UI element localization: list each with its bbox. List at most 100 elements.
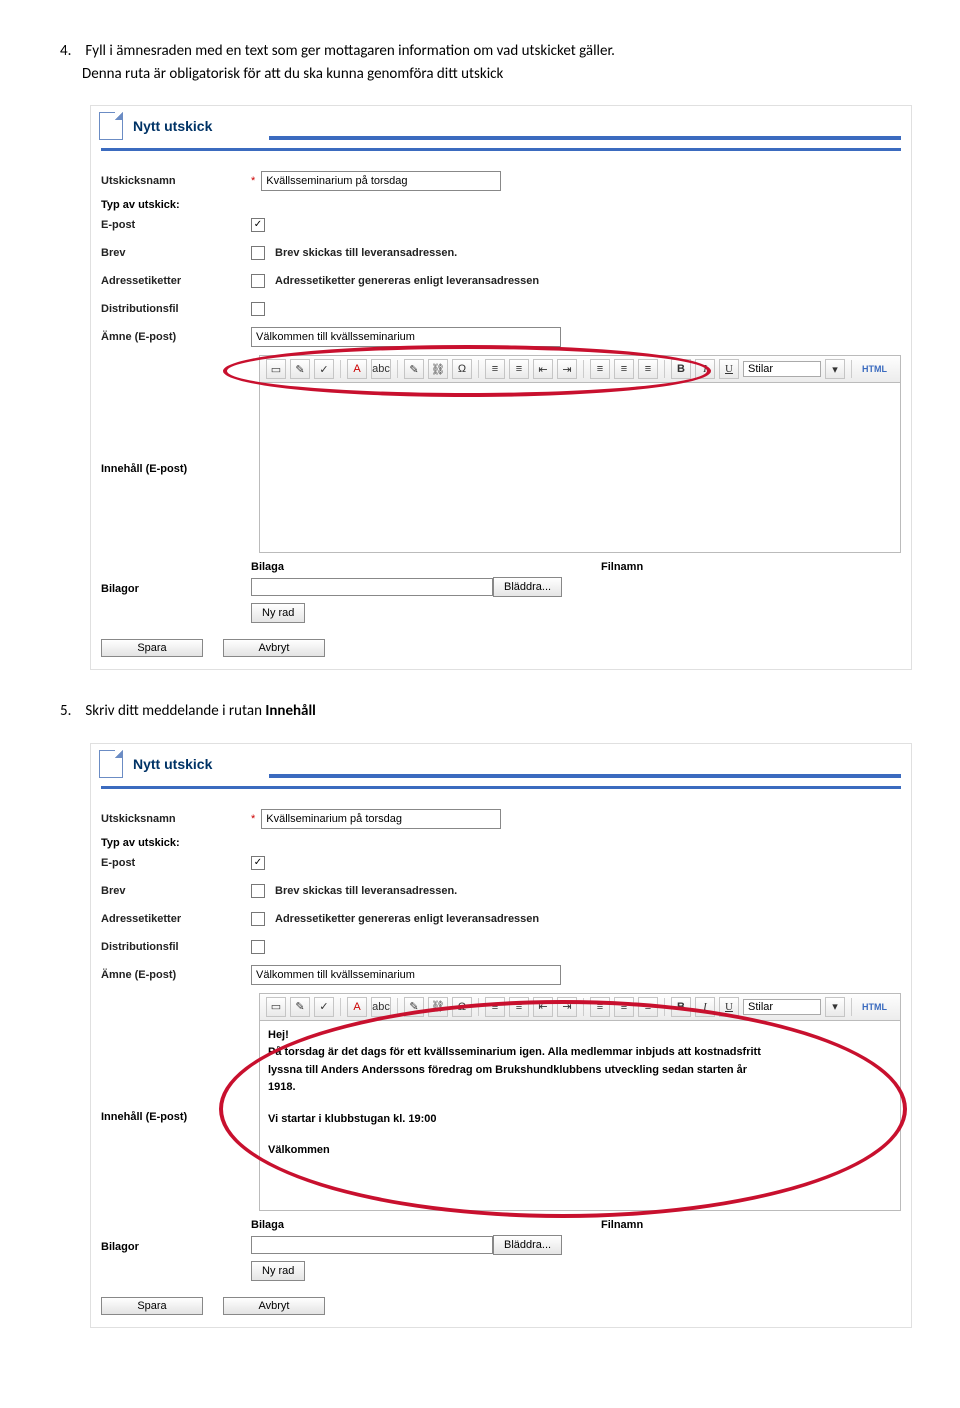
tb-clear-icon[interactable]: ✎ [290, 359, 310, 379]
title-bar [269, 136, 901, 140]
tb-edit-icon[interactable]: ✎ [404, 359, 424, 379]
checkbox-brev[interactable] [251, 884, 265, 898]
checkbox-adr[interactable] [251, 912, 265, 926]
tb-styles-select[interactable]: Stilar [743, 361, 821, 377]
step-5-text: Skriv ditt meddelande i rutan [85, 702, 265, 720]
tb-right-icon[interactable]: ≡ [638, 359, 658, 379]
tb-styles-select[interactable]: Stilar [743, 999, 821, 1015]
tb-spell-icon[interactable]: ✓ [314, 997, 334, 1017]
input-utskicksnamn[interactable] [261, 809, 501, 829]
tb-sep [478, 998, 479, 1016]
tb-outdent-icon[interactable]: ⇤ [533, 997, 553, 1017]
tb-link-icon[interactable]: ⛓ [428, 359, 448, 379]
tb-sep [664, 998, 665, 1016]
row-dist: Distributionsfil [101, 297, 911, 321]
tb-omega-icon[interactable]: Ω [452, 997, 472, 1017]
tb-omega-icon[interactable]: Ω [452, 359, 472, 379]
tb-dropdown-icon[interactable]: ▾ [825, 359, 845, 379]
content-line: På torsdag är det dags för ett kvällssem… [268, 1044, 892, 1062]
tb-clear-icon[interactable]: ✎ [290, 997, 310, 1017]
desc-brev: Brev skickas till leveransadressen. [275, 885, 457, 897]
tb-dropdown-icon[interactable]: ▾ [825, 997, 845, 1017]
title-bar [269, 774, 901, 778]
label-adr: Adressetiketter [101, 913, 251, 925]
label-typ: Typ av utskick: [101, 199, 911, 211]
tb-bold-icon[interactable]: B [671, 359, 691, 379]
col-filnamn: Filnamn [601, 1219, 643, 1231]
tb-ul-icon[interactable]: ≡ [509, 359, 529, 379]
tb-highlight-icon[interactable]: abc [371, 359, 391, 379]
checkbox-epost[interactable]: ✓ [251, 218, 265, 232]
checkbox-dist[interactable] [251, 302, 265, 316]
new-row-button[interactable]: Ny rad [251, 1261, 305, 1281]
tb-sep [478, 360, 479, 378]
input-amne[interactable] [251, 327, 561, 347]
file-path-input[interactable] [251, 578, 493, 596]
checkbox-adr[interactable] [251, 274, 265, 288]
required-mark: * [251, 175, 255, 187]
button-row: Spara Avbryt [101, 1297, 901, 1315]
tb-outdent-icon[interactable]: ⇤ [533, 359, 553, 379]
tb-sep [851, 998, 852, 1016]
col-filnamn: Filnamn [601, 561, 643, 573]
label-dist: Distributionsfil [101, 941, 251, 953]
tb-sep [340, 998, 341, 1016]
browse-button[interactable]: Bläddra... [493, 1235, 562, 1255]
checkbox-dist[interactable] [251, 940, 265, 954]
tb-underline-icon[interactable]: U [719, 997, 739, 1017]
row-epost: E-post ✓ [101, 851, 911, 875]
tb-fontcolor-icon[interactable]: A [347, 997, 367, 1017]
label-adr: Adressetiketter [101, 275, 251, 287]
tb-ul-icon[interactable]: ≡ [509, 997, 529, 1017]
desc-brev: Brev skickas till leveransadressen. [275, 247, 457, 259]
tb-highlight-icon[interactable]: abc [371, 997, 391, 1017]
editor-body-content[interactable]: Hej! På torsdag är det dags för ett kväl… [259, 1021, 901, 1211]
save-button[interactable]: Spara [101, 639, 203, 657]
tb-fontcolor-icon[interactable]: A [347, 359, 367, 379]
content-line: Vi startar i klubbstugan kl. 19:00 [268, 1111, 892, 1129]
file-path-input[interactable] [251, 1236, 493, 1254]
label-amne: Ämne (E-post) [101, 969, 251, 981]
label-utskicksnamn: Utskicksnamn [101, 175, 251, 187]
input-amne[interactable] [251, 965, 561, 985]
tb-underline-icon[interactable]: U [719, 359, 739, 379]
tb-spell-icon[interactable]: ✓ [314, 359, 334, 379]
checkbox-brev[interactable] [251, 246, 265, 260]
step-5: 5. Skriv ditt meddelande i rutan Innehål… [60, 700, 900, 723]
row-amne: Ämne (E-post) [101, 325, 911, 349]
tb-indent-icon[interactable]: ⇥ [557, 359, 577, 379]
tb-italic-icon[interactable]: I [695, 997, 715, 1017]
tb-html-btn[interactable]: HTML [862, 1002, 887, 1012]
cancel-button[interactable]: Avbryt [223, 1297, 325, 1315]
label-typ: Typ av utskick: [101, 837, 911, 849]
tb-ol-icon[interactable]: ≡ [485, 359, 505, 379]
tb-left-icon[interactable]: ≡ [590, 359, 610, 379]
tb-image-icon[interactable]: ▭ [266, 359, 286, 379]
tb-italic-icon[interactable]: I [695, 359, 715, 379]
input-utskicksnamn[interactable] [261, 171, 501, 191]
tb-ol-icon[interactable]: ≡ [485, 997, 505, 1017]
save-button[interactable]: Spara [101, 1297, 203, 1315]
label-bilagor: Bilagor [101, 1219, 251, 1281]
document-icon [99, 112, 123, 140]
cancel-button[interactable]: Avbryt [223, 639, 325, 657]
editor-body-empty[interactable] [259, 383, 901, 553]
browse-button[interactable]: Bläddra... [493, 577, 562, 597]
page-title: Nytt utskick [133, 118, 212, 134]
tb-link-icon[interactable]: ⛓ [428, 997, 448, 1017]
checkbox-epost[interactable]: ✓ [251, 856, 265, 870]
tb-bold-icon[interactable]: B [671, 997, 691, 1017]
new-row-button[interactable]: Ny rad [251, 603, 305, 623]
separator [101, 786, 901, 789]
tb-html-btn[interactable]: HTML [862, 364, 887, 374]
tb-center-icon[interactable]: ≡ [614, 997, 634, 1017]
tb-image-icon[interactable]: ▭ [266, 997, 286, 1017]
tb-edit-icon[interactable]: ✎ [404, 997, 424, 1017]
row-adr: Adressetiketter Adressetiketter generera… [101, 269, 911, 293]
tb-right-icon[interactable]: ≡ [638, 997, 658, 1017]
title-row: Nytt utskick [99, 750, 269, 778]
tb-center-icon[interactable]: ≡ [614, 359, 634, 379]
tb-indent-icon[interactable]: ⇥ [557, 997, 577, 1017]
tb-sep [664, 360, 665, 378]
tb-left-icon[interactable]: ≡ [590, 997, 610, 1017]
